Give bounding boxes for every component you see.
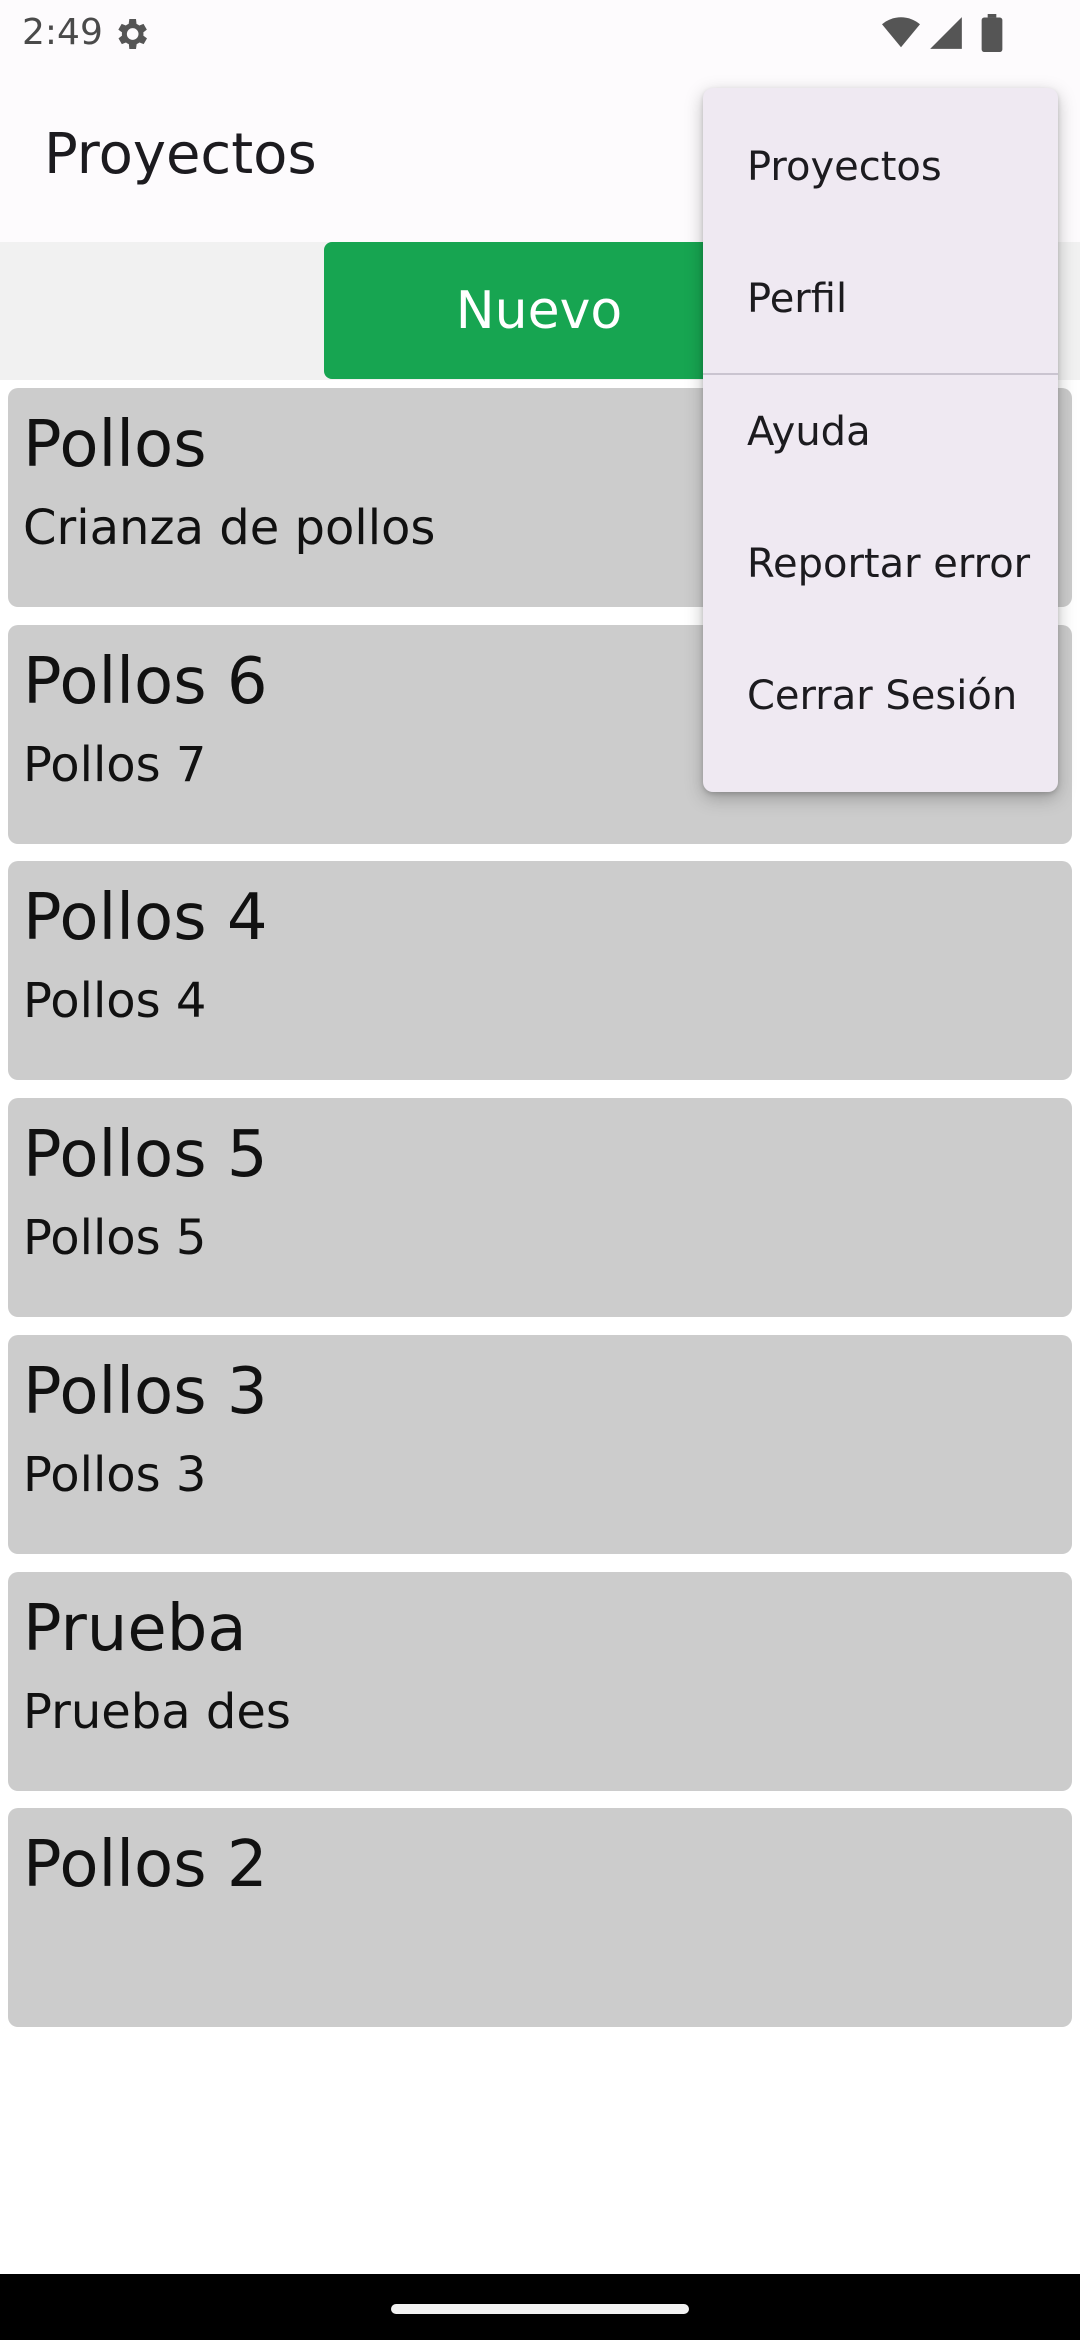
home-gesture-handle[interactable] [391,2304,689,2314]
project-card[interactable]: Pollos 4 Pollos 4 [8,861,1072,1080]
project-description: Prueba des [23,1684,291,1740]
settings-gear-icon [118,19,147,49]
cellular-signal-icon [930,17,962,49]
menu-item-perfil[interactable]: Perfil [703,233,1058,365]
project-description: Pollos 3 [23,1447,207,1503]
menu-item-ayuda[interactable]: Ayuda [703,366,1058,498]
project-description: Pollos 5 [23,1210,207,1266]
menu-item-cerrar-sesion[interactable]: Cerrar Sesión [703,630,1058,762]
new-project-button[interactable]: Nuevo [324,242,754,379]
project-name: Pollos 6 [23,645,268,719]
overflow-menu: Proyectos Perfil Ayuda Reportar error Ce… [703,88,1058,792]
project-card[interactable]: Prueba Prueba des [8,1572,1072,1791]
menu-item-reportar-error[interactable]: Reportar error [703,498,1058,630]
project-description: Pollos 4 [23,973,207,1029]
project-name: Pollos 3 [23,1355,268,1429]
project-card[interactable]: Pollos 2 [8,1808,1072,2027]
status-bar: 2:49 [0,0,1080,66]
project-card[interactable]: Pollos 5 Pollos 5 [8,1098,1072,1317]
project-name: Pollos 5 [23,1118,268,1192]
project-description: Crianza de pollos [23,500,436,556]
project-description: Pollos 7 [23,737,207,793]
page-title: Proyectos [44,122,317,187]
wifi-icon [882,17,920,48]
project-name: Pollos 4 [23,881,268,955]
status-time: 2:49 [22,12,103,53]
project-card[interactable]: Pollos 3 Pollos 3 [8,1335,1072,1554]
project-name: Pollos 2 [23,1828,268,1902]
project-name: Pollos [23,408,207,482]
project-name: Prueba [23,1592,247,1666]
battery-icon [981,14,1003,52]
menu-item-proyectos[interactable]: Proyectos [703,101,1058,233]
